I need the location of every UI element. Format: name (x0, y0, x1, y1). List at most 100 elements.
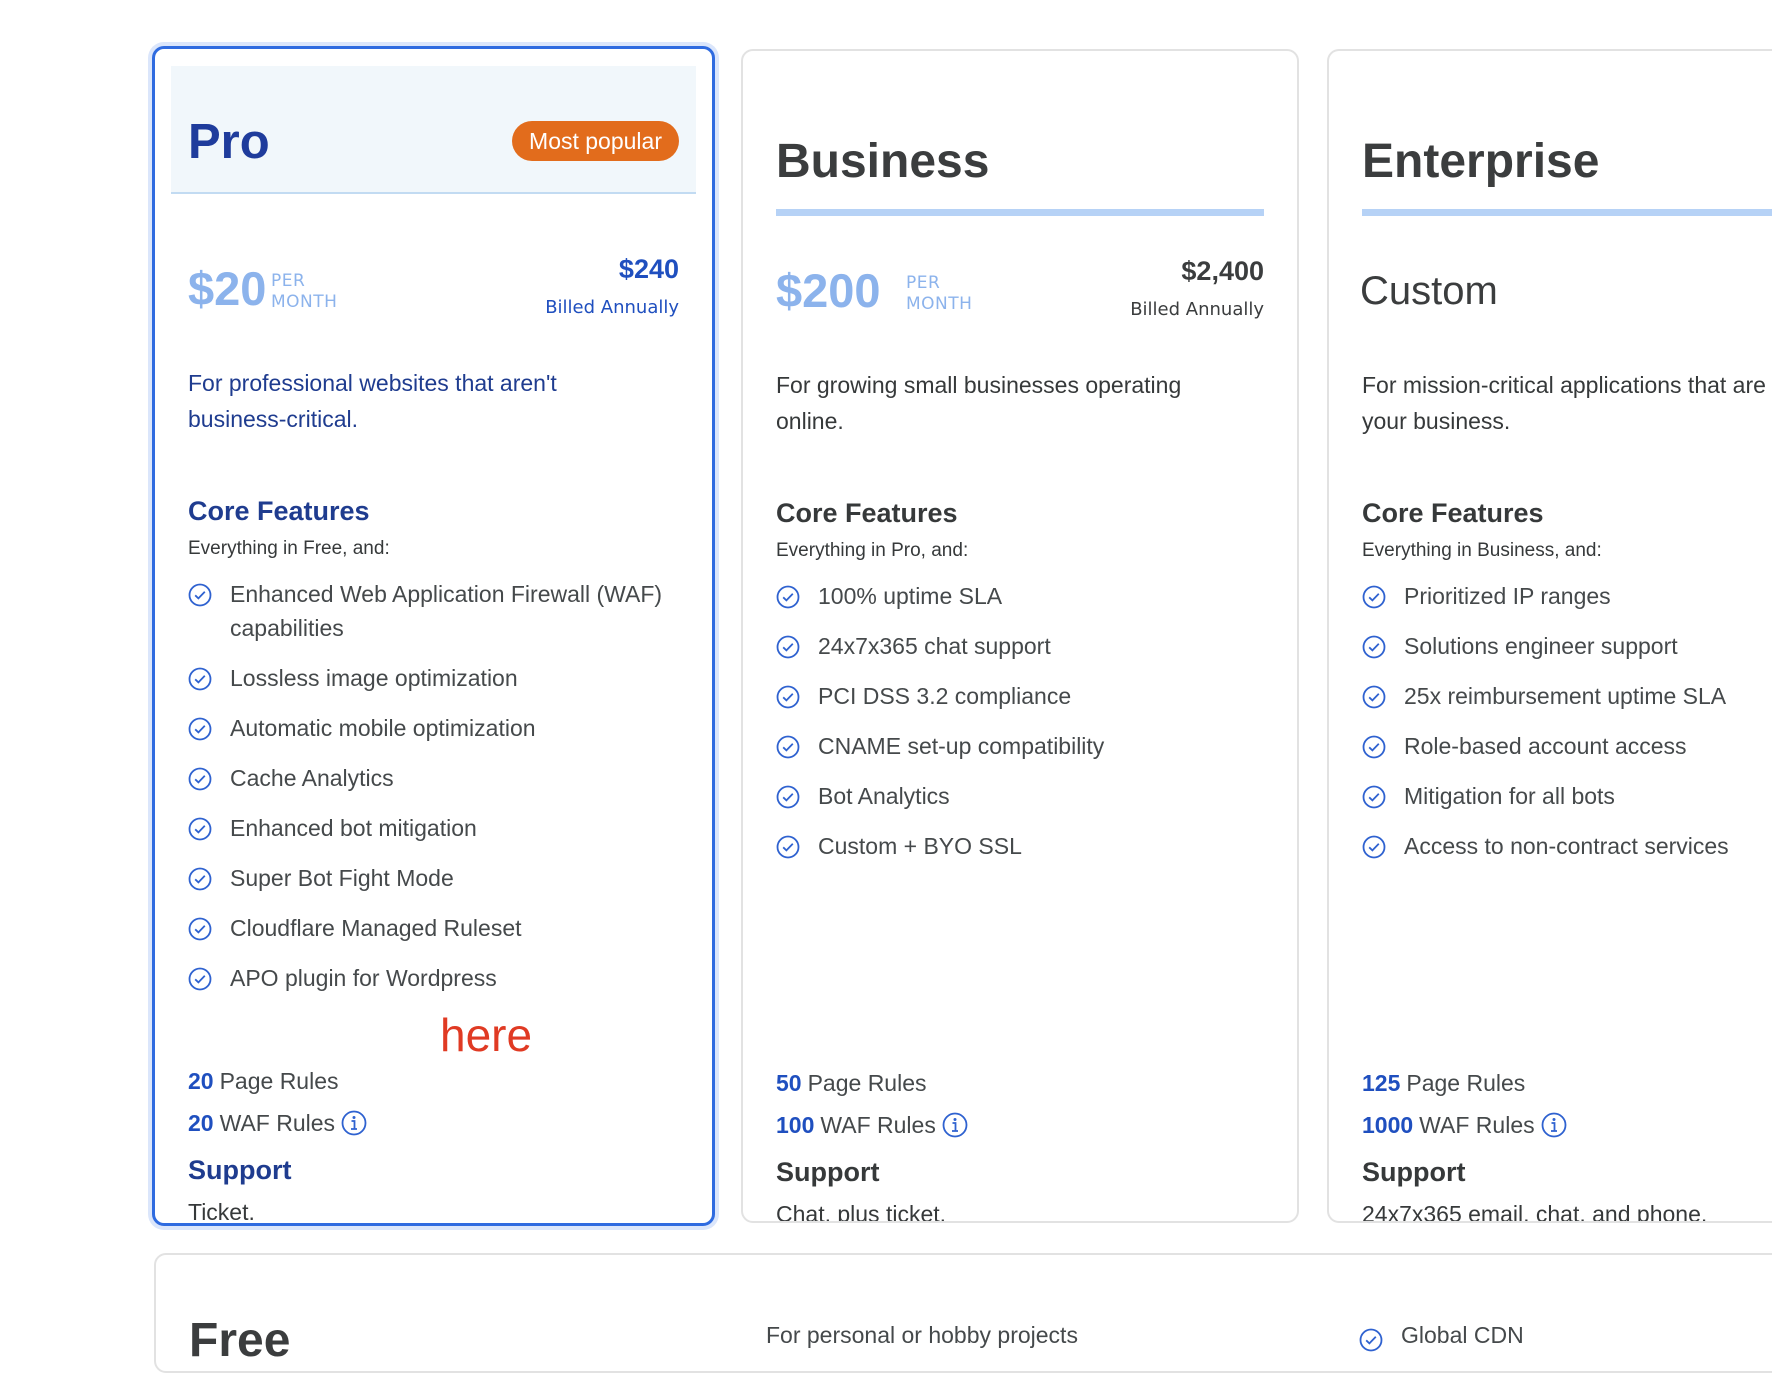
header-divider (776, 209, 1264, 216)
support-text: Ticket. (188, 1199, 255, 1225)
feature-label: PCI DSS 3.2 compliance (818, 683, 1072, 709)
list-item: Enhanced Web Application Firewall (WAF) … (188, 577, 668, 645)
page-rules-row: 125 Page Rules (1362, 1062, 1567, 1104)
feature-label: Automatic mobile optimization (230, 715, 536, 741)
page-rules-label: Page Rules (219, 1068, 339, 1094)
check-circle-icon (776, 685, 800, 709)
list-item: Super Bot Fight Mode (188, 861, 668, 895)
waf-rules-count: 1000 (1362, 1112, 1414, 1138)
core-features-title: Core Features (776, 498, 958, 528)
list-item: APO plugin for Wordpress (188, 961, 668, 995)
check-circle-icon (1362, 585, 1386, 609)
list-item: Cache Analytics (188, 761, 668, 795)
info-icon[interactable] (942, 1112, 968, 1138)
list-item: Automatic mobile optimization (188, 711, 668, 745)
waf-rules-row: 20 WAF Rules (188, 1102, 367, 1144)
feature-label: 24x7x365 chat support (818, 633, 1051, 659)
rules-block: 20 Page Rules 20 WAF Rules (188, 1060, 367, 1144)
support-title: Support (776, 1157, 880, 1187)
info-icon[interactable] (341, 1110, 367, 1136)
waf-rules-row: 1000 WAF Rules (1362, 1104, 1567, 1146)
plan-name: Free (189, 1314, 291, 1367)
waf-rules-count: 100 (776, 1112, 815, 1138)
page-rules-label: Page Rules (807, 1070, 927, 1096)
feature-label: Cache Analytics (230, 765, 394, 791)
core-features-subtitle: Everything in Free, and: (188, 538, 390, 559)
feature-label: APO plugin for Wordpress (230, 965, 497, 991)
check-circle-icon (776, 635, 800, 659)
page-rules-count: 50 (776, 1070, 802, 1096)
free-plan-card[interactable]: Free For personal or hobby projects Glob… (154, 1253, 1772, 1373)
check-circle-icon (188, 917, 212, 941)
header-divider (1362, 209, 1772, 216)
annual-price: $2,400 (1181, 256, 1264, 286)
core-features-subtitle: Everything in Pro, and: (776, 540, 969, 561)
page-rules-count: 125 (1362, 1070, 1401, 1096)
feature-label: Super Bot Fight Mode (230, 865, 454, 891)
page-rules-label: Page Rules (1406, 1070, 1526, 1096)
waf-rules-row: 100 WAF Rules (776, 1104, 968, 1146)
list-item: 25x reimbursement uptime SLA (1362, 679, 1772, 713)
feature-label: 100% uptime SLA (818, 583, 1003, 609)
support-text: Chat, plus ticket. (776, 1201, 947, 1223)
rules-block: 125 Page Rules 1000 WAF Rules (1362, 1062, 1567, 1146)
business-plan-header: Business (776, 68, 1264, 216)
plan-name: Enterprise (1362, 135, 1600, 188)
list-item: 24x7x365 chat support (776, 629, 1256, 663)
list-item: Bot Analytics (776, 779, 1256, 813)
enterprise-plan-header: Enterprise (1362, 68, 1772, 216)
feature-list: Enhanced Web Application Firewall (WAF) … (188, 577, 668, 1011)
page-rules-row: 50 Page Rules (776, 1062, 968, 1104)
feature-list: Prioritized IP ranges Solutions engineer… (1362, 579, 1772, 879)
core-features-subtitle: Everything in Business, and: (1362, 540, 1602, 561)
list-item: CNAME set-up compatibility (776, 729, 1256, 763)
feature-label: Enhanced bot mitigation (230, 815, 477, 841)
enterprise-plan-card[interactable]: Enterprise Custom For mission-critical a… (1327, 49, 1772, 1223)
check-circle-icon (188, 717, 212, 741)
plan-description: For professional websites that aren't bu… (188, 370, 557, 432)
billed-annually-label: Billed Annually (545, 297, 679, 318)
feature-label: Custom + BYO SSL (818, 833, 1022, 859)
business-plan-card[interactable]: Business $200 PER MONTH $2,400 Billed An… (741, 49, 1299, 1223)
check-circle-icon (1362, 685, 1386, 709)
waf-rules-label: WAF Rules (820, 1112, 936, 1138)
annotation-text: here (440, 1009, 533, 1061)
annual-price: $240 (618, 254, 679, 284)
pro-plan-header: Pro Most popular (171, 66, 696, 194)
monthly-price: $200 (776, 264, 881, 317)
rules-block: 50 Page Rules 100 WAF Rules (776, 1062, 968, 1146)
price-period: PER MONTH (906, 273, 972, 315)
list-item: Enhanced bot mitigation (188, 811, 668, 845)
check-circle-icon (188, 583, 212, 607)
feature-label: Solutions engineer support (1404, 633, 1678, 659)
feature-label: Mitigation for all bots (1404, 783, 1615, 809)
check-circle-icon (776, 735, 800, 759)
billed-annually-label: Billed Annually (1130, 299, 1264, 320)
list-item: Cloudflare Managed Ruleset (188, 911, 668, 945)
core-features-title: Core Features (1362, 498, 1544, 528)
month-label: MONTH (271, 292, 338, 312)
plan-description: For mission-critical applications that a… (1362, 372, 1772, 434)
waf-rules-label: WAF Rules (1419, 1112, 1535, 1138)
most-popular-badge: Most popular (512, 121, 679, 161)
page-rules-count: 20 (188, 1068, 214, 1094)
check-circle-icon (188, 667, 212, 691)
plan-description: For growing small businesses operating o… (776, 372, 1182, 434)
per-label: PER (271, 271, 306, 291)
check-circle-icon (188, 767, 212, 791)
feature-label: Global CDN (1401, 1322, 1524, 1348)
check-circle-icon (188, 867, 212, 891)
feature-label: Prioritized IP ranges (1404, 583, 1611, 609)
support-title: Support (1362, 1157, 1466, 1187)
month-label: MONTH (906, 294, 973, 314)
info-icon[interactable] (1541, 1112, 1567, 1138)
feature-label: CNAME set-up compatibility (818, 733, 1105, 759)
feature-label: Lossless image optimization (230, 665, 518, 691)
feature-label: Cloudflare Managed Ruleset (230, 915, 522, 941)
check-circle-icon (1362, 785, 1386, 809)
check-circle-icon (1362, 635, 1386, 659)
list-item: Lossless image optimization (188, 661, 668, 695)
check-circle-icon (776, 585, 800, 609)
pro-plan-card[interactable]: Pro Most popular $20 PER MONTH $240 Bill… (152, 46, 715, 1226)
list-item: 100% uptime SLA (776, 579, 1256, 613)
